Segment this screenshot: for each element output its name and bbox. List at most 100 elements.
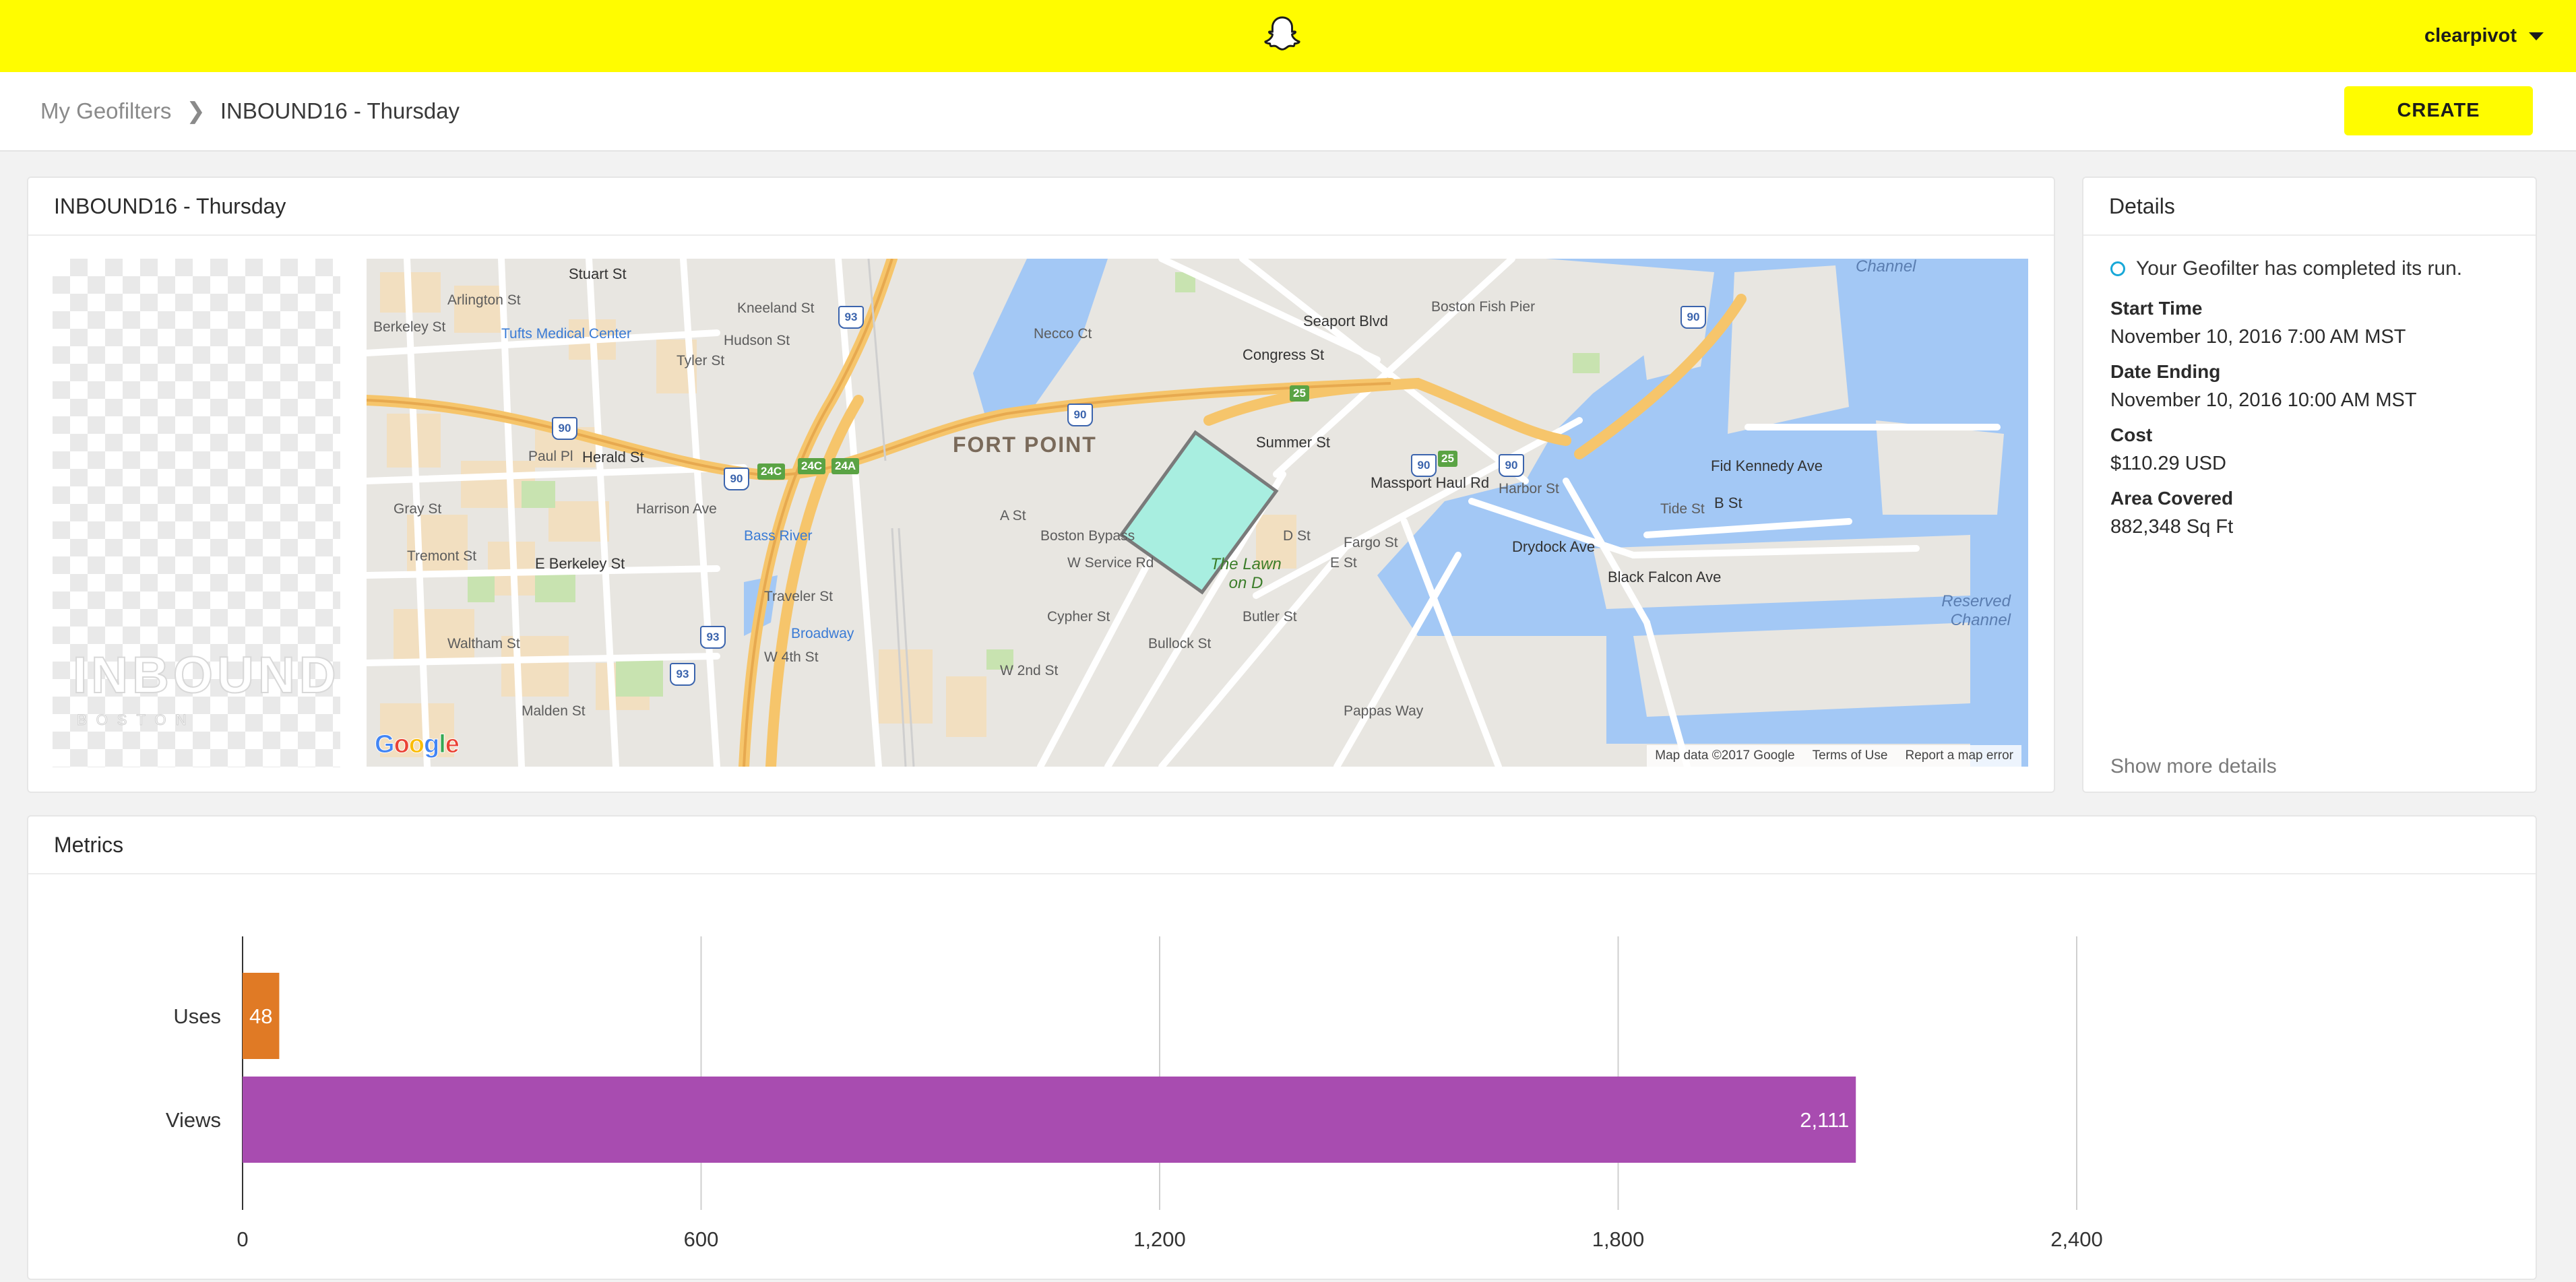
details-card: Details Your Geofilter has completed its… (2082, 177, 2537, 793)
area-covered-value: 882,348 Sq Ft (2110, 516, 2234, 538)
map-label: B St (1714, 494, 1742, 511)
bar-views (243, 1077, 1856, 1163)
map-label: Seaport Blvd (1303, 313, 1388, 329)
map-label: W Service Rd (1067, 555, 1154, 571)
map-label: Cypher St (1047, 609, 1110, 624)
map-label: Harrison Ave (636, 501, 717, 517)
x-tick-label: 1,800 (1592, 1227, 1645, 1251)
details-title: Details (2083, 178, 2536, 236)
metrics-bar-chart: 0 600 1,200 1,800 2,400 Uses 48 Views 2,111 (166, 936, 2103, 1251)
start-time-label: Start Time (2110, 298, 2203, 319)
route-shield: 93 (700, 626, 726, 649)
map-label: Broadway (791, 626, 854, 641)
create-button[interactable]: CREATE (2344, 86, 2533, 135)
map-label: Fid Kennedy Ave (1711, 457, 1823, 474)
map-label: A St (1000, 508, 1026, 523)
chevron-right-icon: ❯ (186, 98, 206, 124)
cost-label: Cost (2110, 424, 2153, 445)
route-exit-tag: 25 (1438, 451, 1457, 467)
map-label: E Berkeley St (535, 555, 625, 572)
map-label: Pappas Way (1344, 703, 1424, 719)
status-row: Your Geofilter has completed its run. (2110, 257, 2462, 280)
x-tick-label: 1,200 (1133, 1227, 1186, 1251)
map-label: Fargo St (1344, 535, 1398, 550)
map-label: Boston Fish Pier (1431, 299, 1536, 315)
map-data-credit: Map data ©2017 Google (1655, 748, 1795, 763)
route-shield: 90 (1411, 454, 1437, 477)
map-label: D St (1283, 528, 1311, 544)
cost-value: $110.29 USD (2110, 453, 2226, 474)
map-label: Tide St (1660, 501, 1705, 517)
map-label: Reserved Channel (1941, 592, 2011, 629)
map-label: Gray St (394, 501, 442, 517)
map-label: E St (1330, 555, 1357, 571)
map-label: Traveler St (764, 589, 833, 604)
map-district-label: FORT POINT (953, 432, 1097, 457)
map-label: Necco Ct (1034, 326, 1092, 342)
map-label: Butler St (1243, 609, 1297, 624)
x-tick-label: 600 (684, 1227, 719, 1251)
map-label: Hudson St (724, 333, 790, 348)
data-label: 2,111 (1800, 1108, 1849, 1132)
geofilter-thumbnail: INBOUND BOSTON (53, 259, 340, 767)
date-ending-value: November 10, 2016 10:00 AM MST (2110, 389, 2417, 411)
route-exit-tag: 25 (1290, 385, 1309, 402)
data-label: 48 (249, 1004, 272, 1028)
snapchat-ghost-icon[interactable] (1261, 15, 1303, 57)
report-map-error-link[interactable]: Report a map error (1905, 748, 2013, 763)
route-shield: 93 (838, 306, 864, 329)
metrics-card: Metrics 0 600 1,200 1,800 2,400 Uses 48 Views 2,… (27, 815, 2537, 1280)
area-covered-label: Area Covered (2110, 488, 2234, 509)
map-label: Kneeland St (737, 300, 815, 316)
map-label: Stuart St (569, 265, 627, 282)
map-label: Black Falcon Ave (1608, 569, 1722, 585)
map-label: Summer St (1256, 434, 1331, 451)
map-label: Herald St (582, 449, 644, 466)
date-ending-label: Date Ending (2110, 361, 2221, 382)
status-dot-icon (2110, 261, 2125, 276)
map-label: W 2nd St (1000, 663, 1059, 678)
map-label: Waltham St (447, 636, 520, 651)
map-label: W 4th St (764, 649, 819, 665)
map-label: Tufts Medical Center (501, 326, 631, 342)
map-label: The Lawn on D (1210, 555, 1282, 592)
map-label: Berkeley St (373, 319, 446, 335)
metrics-title: Metrics (28, 816, 2536, 874)
route-exit-tag: 24C (798, 458, 826, 474)
route-shield: 90 (552, 417, 577, 440)
category-label: Views (166, 1108, 221, 1132)
x-tick-label: 0 (237, 1227, 248, 1251)
map-label: Tyler St (677, 353, 725, 368)
map-label: Bass River (744, 528, 813, 544)
breadcrumb-current: INBOUND16 - Thursday (220, 98, 460, 123)
map-label: Drydock Ave (1512, 538, 1596, 555)
map-label: Channel (1856, 259, 1916, 276)
route-shield: 90 (1499, 454, 1524, 477)
geofilter-title: INBOUND16 - Thursday (28, 178, 2054, 236)
terms-of-use-link[interactable]: Terms of Use (1813, 748, 1888, 763)
breadcrumb-my-geofilters[interactable]: My Geofilters (40, 98, 171, 124)
geofence-map[interactable]: Stuart St Tufts Medical Center Kneeland … (367, 259, 2028, 767)
thumbnail-subtitle: BOSTON (77, 711, 196, 729)
chevron-down-icon (2529, 32, 2544, 40)
route-shield: 93 (670, 663, 695, 686)
top-bar: clearpivot (0, 0, 2576, 72)
metrics-chart-area: 0 600 1,200 1,800 2,400 Uses 48 Views 2,111 (28, 873, 2536, 1279)
user-menu[interactable]: clearpivot (2424, 0, 2544, 72)
x-tick-label: 2,400 (2050, 1227, 2103, 1251)
google-logo: Google (375, 730, 460, 759)
category-label: Uses (173, 1004, 221, 1028)
breadcrumb-bar: My Geofilters ❯ INBOUND16 - Thursday (0, 72, 2576, 152)
route-exit-tag: 24C (757, 463, 786, 480)
route-shield: 90 (1680, 306, 1706, 329)
show-more-details-link[interactable]: Show more details (2110, 755, 2277, 778)
breadcrumb: My Geofilters ❯ INBOUND16 - Thursday (40, 72, 460, 150)
map-label: Tremont St (407, 548, 477, 564)
map-label: Bullock St (1148, 636, 1212, 651)
map-attribution: Map data ©2017 Google Terms of Use Repor… (1647, 745, 2021, 767)
map-label: Harbor St (1499, 481, 1559, 496)
route-shield: 90 (724, 468, 749, 490)
route-shield: 90 (1067, 404, 1093, 426)
map-label: Arlington St (447, 292, 521, 308)
map-label: Paul Pl (528, 449, 573, 464)
